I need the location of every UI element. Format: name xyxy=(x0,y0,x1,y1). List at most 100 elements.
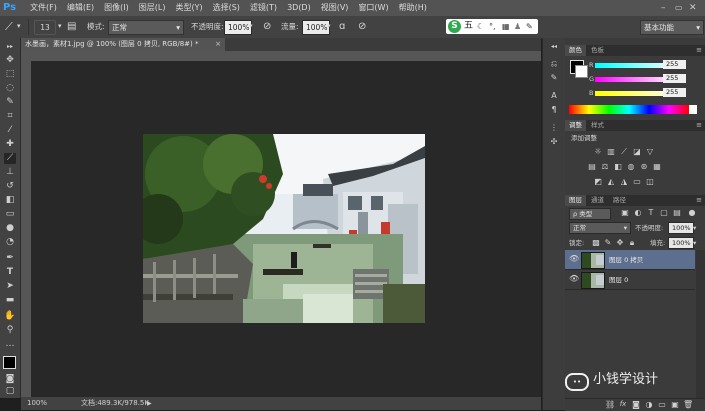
invert-icon[interactable]: ◩ xyxy=(593,177,603,186)
levels-icon[interactable]: ▥ xyxy=(606,147,616,156)
close-tab-icon[interactable]: × xyxy=(215,38,221,51)
lasso-tool-icon[interactable]: ◌ xyxy=(4,83,16,94)
eraser-tool-icon[interactable]: ◧ xyxy=(4,195,16,206)
curves-icon[interactable]: ⟋ xyxy=(619,147,629,156)
filter-adjustment-icon[interactable]: ◐ xyxy=(633,208,643,217)
chevron-down-icon[interactable]: ▾ xyxy=(17,20,21,33)
filter-type-icon[interactable]: T xyxy=(646,208,656,217)
wrench-icon[interactable]: ✎ xyxy=(526,20,533,33)
gradient-tool-icon[interactable]: ▭ xyxy=(4,209,16,220)
brush-panel-icon[interactable]: ▤ xyxy=(67,20,76,33)
type-tool-icon[interactable]: T xyxy=(4,267,16,278)
airbrush-icon[interactable]: ɑ xyxy=(339,20,345,33)
blend-mode-select[interactable]: 正常 ▾ xyxy=(569,222,631,234)
panel-menu-icon[interactable]: ≡ xyxy=(696,45,702,56)
menu-window[interactable]: 窗口(W) xyxy=(353,0,393,16)
chevron-down-icon[interactable]: ▾ xyxy=(693,238,696,248)
link-layers-icon[interactable]: ⛓︎ xyxy=(605,400,615,409)
menu-select[interactable]: 选择(S) xyxy=(208,0,245,16)
color-background-swatch[interactable] xyxy=(575,65,588,78)
posterize-icon[interactable]: ◭ xyxy=(606,177,616,186)
filter-smart-object-icon[interactable]: ▤ xyxy=(672,208,682,217)
healing-brush-tool-icon[interactable]: ✚ xyxy=(4,139,16,150)
history-panel-icon[interactable]: ⎌ xyxy=(548,58,560,69)
pressure-size-icon[interactable]: ⊘ xyxy=(358,20,366,33)
maximize-icon[interactable]: ▭ xyxy=(675,2,685,14)
properties-panel-icon[interactable]: ✎ xyxy=(548,72,560,83)
filter-pixel-icon[interactable]: ▣ xyxy=(620,208,630,217)
eyedropper-tool-icon[interactable]: ⁄ xyxy=(4,125,16,136)
screen-mode-icon[interactable]: ▢ xyxy=(4,386,16,397)
moon-icon[interactable]: ☾ xyxy=(477,20,484,33)
foreground-color-swatch[interactable] xyxy=(3,356,16,369)
black-white-icon[interactable]: ◧ xyxy=(613,162,623,171)
color-balance-icon[interactable]: ⚖ xyxy=(600,162,610,171)
layer-row-base[interactable]: 👁︎ 图层 0 xyxy=(565,270,695,290)
tab-layers[interactable]: 图层 xyxy=(565,195,586,206)
minimize-icon[interactable]: – xyxy=(661,2,671,14)
lock-all-icon[interactable]: 🔒︎ xyxy=(627,238,637,247)
brightness-icon[interactable]: ☼ xyxy=(593,147,603,156)
menu-view[interactable]: 视图(V) xyxy=(316,0,354,16)
photo-filter-icon[interactable]: ◍ xyxy=(626,162,636,171)
blue-value[interactable]: 255 xyxy=(663,88,686,97)
delete-layer-icon[interactable]: 🗑︎ xyxy=(683,400,693,409)
menu-help[interactable]: 帮助(H) xyxy=(394,0,432,16)
menu-type[interactable]: 类型(Y) xyxy=(170,0,207,16)
tab-styles[interactable]: 样式 xyxy=(587,120,608,131)
keyboard-icon[interactable]: ▦ xyxy=(502,20,510,33)
zoom-level[interactable]: 100% xyxy=(27,397,47,410)
marquee-tool-icon[interactable]: ⬚ xyxy=(4,69,16,80)
color-spectrum-bar[interactable] xyxy=(569,105,689,114)
opacity-input[interactable]: 100% xyxy=(224,20,252,35)
threshold-icon[interactable]: ◮ xyxy=(619,177,629,186)
character-panel-icon[interactable]: A xyxy=(548,90,560,101)
lock-transparent-icon[interactable]: ▩ xyxy=(591,238,601,247)
path-selection-tool-icon[interactable]: ➤ xyxy=(4,281,16,292)
tab-paths[interactable]: 路径 xyxy=(609,195,630,206)
flow-input[interactable]: 100% xyxy=(302,20,330,35)
menu-image[interactable]: 图像(I) xyxy=(99,0,134,16)
new-group-icon[interactable]: ▭ xyxy=(657,400,667,409)
menu-filter[interactable]: 滤镜(T) xyxy=(245,0,282,16)
layer-name[interactable]: 图层 0 拷贝 xyxy=(609,254,643,264)
lock-position-icon[interactable]: ✥ xyxy=(615,238,625,247)
tab-color[interactable]: 颜色 xyxy=(565,45,586,56)
collapse-arrows-icon[interactable]: ▸▸ xyxy=(4,41,16,52)
paragraph-panel-icon[interactable]: ¶ xyxy=(548,104,560,115)
crop-tool-icon[interactable]: ⌗ xyxy=(4,111,16,122)
hand-tool-icon[interactable]: ✋ xyxy=(4,311,16,322)
brush-presets-icon[interactable]: ⋮ xyxy=(548,122,560,133)
red-value[interactable]: 255 xyxy=(663,60,686,69)
chevron-down-icon[interactable]: ▾ xyxy=(327,20,331,33)
pen-tool-icon[interactable]: ✒ xyxy=(4,253,16,264)
layer-style-icon[interactable]: fx xyxy=(618,400,628,409)
color-lookup-icon[interactable]: ▦ xyxy=(652,162,662,171)
tab-adjustments[interactable]: 调整 xyxy=(565,120,586,131)
menu-edit[interactable]: 编辑(E) xyxy=(62,0,99,16)
green-value[interactable]: 255 xyxy=(663,74,686,83)
edit-toolbar-icon[interactable]: … xyxy=(4,339,16,350)
vibrance-icon[interactable]: ▽ xyxy=(645,147,655,156)
tab-swatches[interactable]: 色板 xyxy=(587,45,608,56)
hue-saturation-icon[interactable]: ▤ xyxy=(587,162,597,171)
color-spectrum-white[interactable] xyxy=(689,105,697,114)
collapse-arrows-icon[interactable]: ◂◂ xyxy=(548,41,560,52)
ime-logo-icon[interactable]: S xyxy=(448,20,461,33)
mode-select[interactable]: 正常 ▾ xyxy=(108,20,184,35)
dodge-tool-icon[interactable]: ◔ xyxy=(4,237,16,248)
panel-menu-icon[interactable]: ≡ xyxy=(696,120,702,131)
ime-mode-label[interactable]: 五 xyxy=(464,20,473,33)
quick-select-tool-icon[interactable]: ✎ xyxy=(4,97,16,108)
menu-file[interactable]: 文件(F) xyxy=(25,0,62,16)
blur-tool-icon[interactable]: ● xyxy=(4,223,16,234)
menu-3d[interactable]: 3D(D) xyxy=(282,0,316,16)
brush-tool-icon[interactable]: ⟋ xyxy=(4,153,16,164)
clone-source-icon[interactable]: ✣ xyxy=(548,136,560,147)
brush-tool-preset-icon[interactable]: ⟋ xyxy=(5,20,13,33)
exposure-icon[interactable]: ◪ xyxy=(632,147,642,156)
doc-info[interactable]: 文档:489.3K/978.5K xyxy=(81,397,149,410)
layer-opacity-input[interactable]: 100% xyxy=(668,222,694,234)
channel-mixer-icon[interactable]: ⊛ xyxy=(639,162,649,171)
layer-row-copy[interactable]: 👁︎ 图层 0 拷贝 xyxy=(565,250,695,270)
